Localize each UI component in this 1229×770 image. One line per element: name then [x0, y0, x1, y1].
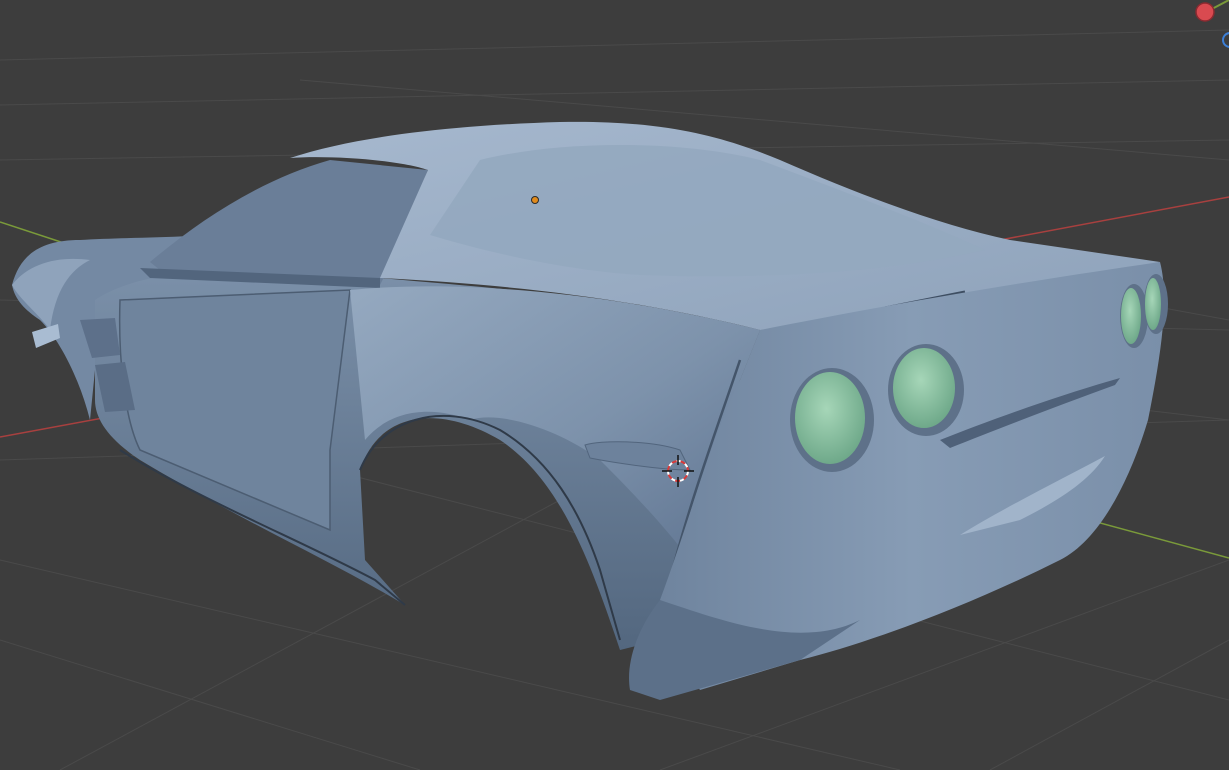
taillight-right-outer [1144, 274, 1168, 334]
taillight-left-outer [790, 368, 874, 472]
x-axis-circle-icon[interactable] [1195, 2, 1215, 22]
taillight-left-inner [888, 344, 964, 436]
x-axis-line-far [999, 196, 1229, 241]
navigation-gizmo[interactable] [1195, 0, 1229, 48]
z-axis-circle-icon[interactable] [1222, 32, 1229, 48]
3d-viewport[interactable] [0, 0, 1229, 770]
y-axis-line [0, 221, 71, 246]
viewport-scene[interactable] [0, 0, 1229, 770]
taillight-right-inner [1120, 284, 1148, 348]
object-origin-dot-icon[interactable] [531, 196, 539, 204]
front-vent [32, 324, 60, 348]
car-body-mesh[interactable] [12, 121, 1168, 700]
